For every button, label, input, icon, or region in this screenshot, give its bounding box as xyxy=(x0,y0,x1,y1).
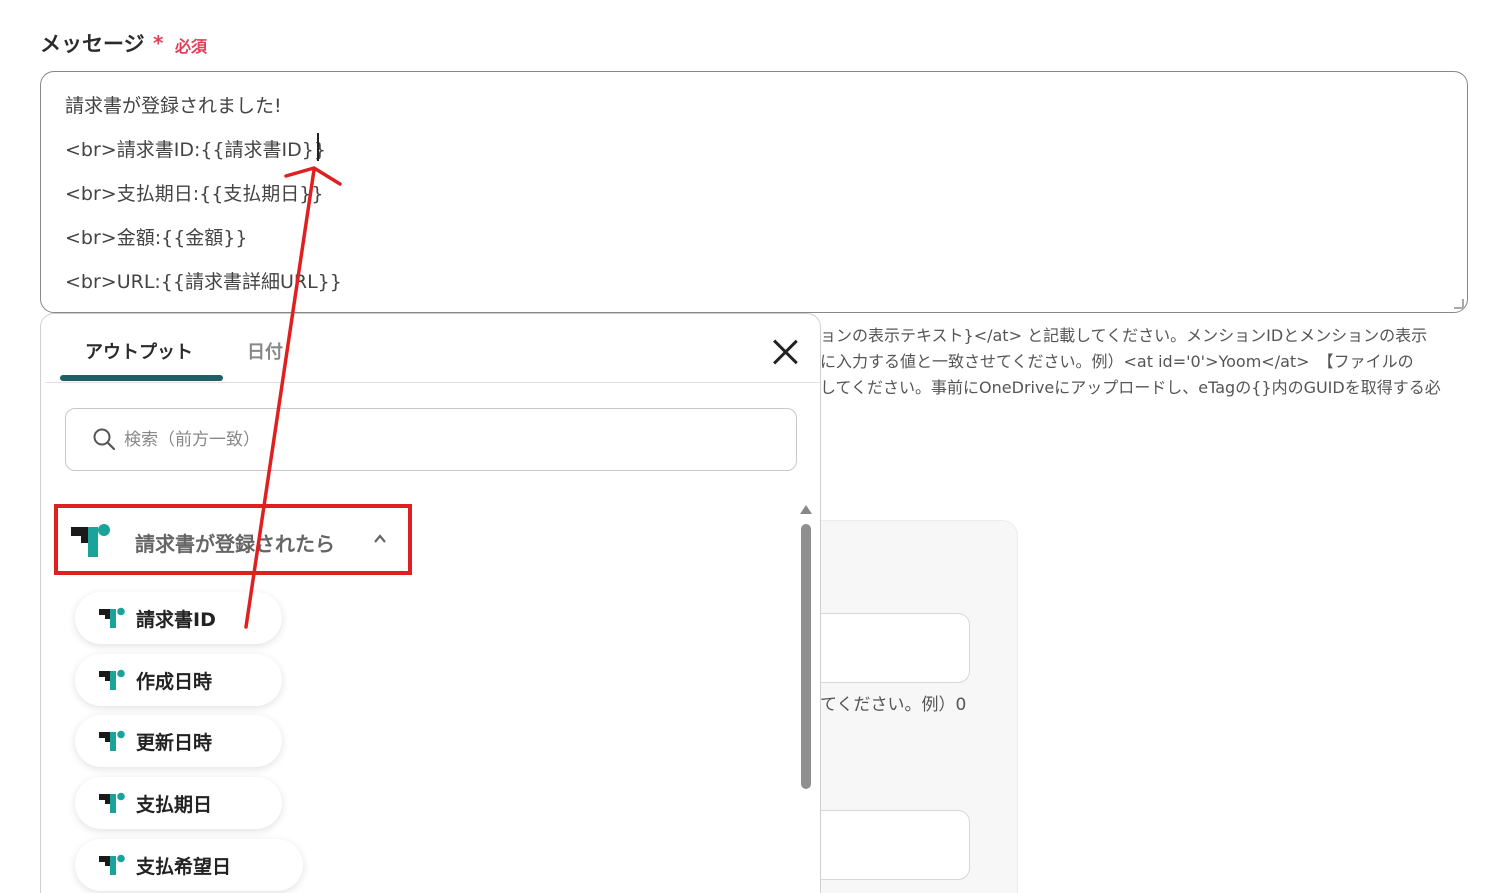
help-text-line: してください。事前にOneDriveにアップロードし、eTagの{}内のGUID… xyxy=(820,378,1441,397)
output-item-label: 更新日時 xyxy=(136,732,213,754)
search-box[interactable] xyxy=(65,408,797,471)
active-tab-indicator xyxy=(60,375,223,381)
message-line: <br>金額:{{金額}} xyxy=(65,227,248,249)
search-icon xyxy=(93,428,115,450)
tab-date[interactable]: 日付 xyxy=(247,338,283,364)
output-item-created-at[interactable]: 作成日時 xyxy=(75,654,282,706)
background-hint-text: てください。例）0 xyxy=(820,695,967,715)
message-field-label: メッセージ xyxy=(40,32,145,56)
app-logo-icon xyxy=(99,792,125,813)
message-line: <br>請求書ID:{{請求書ID}} xyxy=(65,139,326,161)
message-textarea[interactable]: 請求書が登録されました! <br>請求書ID:{{請求書ID}} <br>支払期… xyxy=(40,71,1468,313)
help-text-line: ョンの表示テキスト}</at> と記載してください。メンションIDとメンションの… xyxy=(820,326,1428,345)
message-line: 請求書が登録されました! xyxy=(65,95,282,117)
resize-handle[interactable] xyxy=(1454,299,1464,309)
output-item-desired-payment-date[interactable]: 支払希望日 xyxy=(75,839,303,891)
output-picker-popup: アウトプット 日付 請求書が登録されたら 請求書ID xyxy=(40,313,821,893)
output-item-label: 作成日時 xyxy=(136,671,213,693)
annotation-highlight-box xyxy=(54,504,412,575)
output-item-due-date[interactable]: 支払期日 xyxy=(75,777,282,829)
app-logo-icon xyxy=(99,854,125,875)
app-logo-icon xyxy=(99,607,125,628)
output-item-invoice-id[interactable]: 請求書ID xyxy=(75,592,282,644)
output-item-updated-at[interactable]: 更新日時 xyxy=(75,715,282,767)
message-line: <br>支払期日:{{支払期日}} xyxy=(65,183,324,205)
message-line: <br>URL:{{請求書詳細URL}} xyxy=(65,271,342,293)
scroll-up-arrow[interactable] xyxy=(800,505,812,514)
help-text-line: に入力する値と一致させてください。例）<at id='0'>Yoom</at> … xyxy=(820,352,1414,371)
search-input[interactable] xyxy=(124,423,724,457)
tab-divider xyxy=(45,382,820,383)
output-item-label: 請求書ID xyxy=(136,609,216,631)
scrollbar-thumb[interactable] xyxy=(801,524,811,789)
tab-output[interactable]: アウトプット xyxy=(85,338,193,364)
output-item-label: 支払期日 xyxy=(136,794,213,816)
required-mark: * xyxy=(153,31,164,55)
required-text: 必須 xyxy=(175,37,208,56)
app-logo-icon xyxy=(99,669,125,690)
close-button[interactable] xyxy=(771,338,799,366)
app-logo-icon xyxy=(99,730,125,751)
output-item-label: 支払希望日 xyxy=(136,856,232,878)
text-caret xyxy=(317,133,319,161)
